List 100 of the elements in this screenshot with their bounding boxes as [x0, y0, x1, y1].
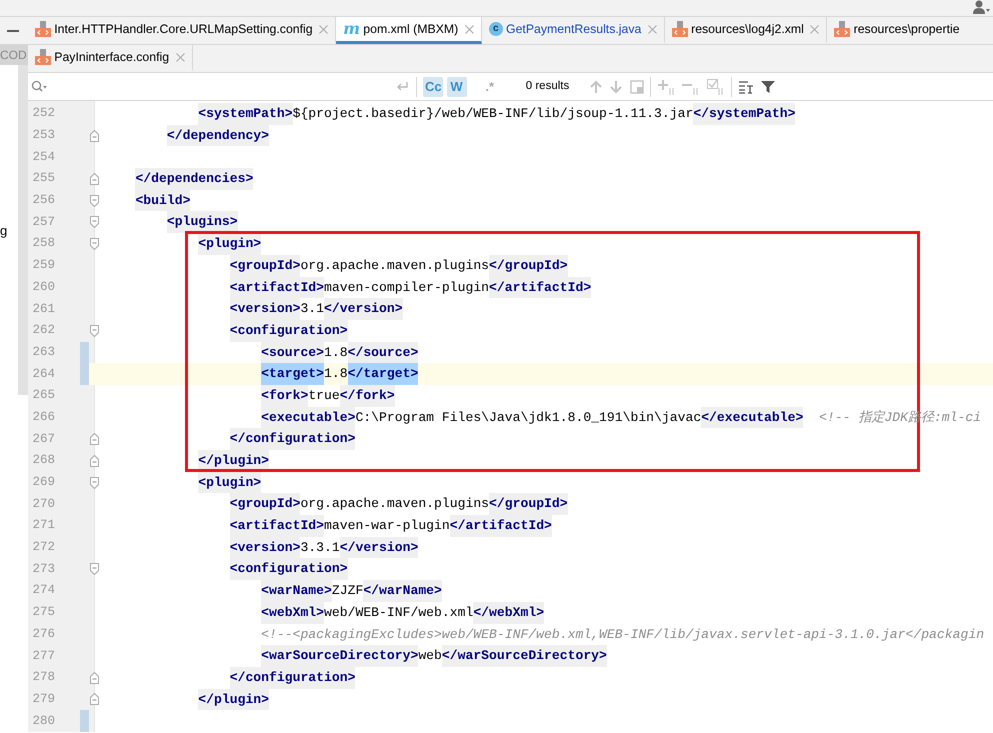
- close-icon[interactable]: [464, 24, 474, 34]
- line-number: 257: [31, 214, 56, 231]
- xml-tag: </warName>: [363, 580, 442, 602]
- editor-tab[interactable]: c GetPaymentResults.java: [482, 17, 665, 44]
- fold-end-icon[interactable]: [90, 693, 98, 706]
- line-number: 270: [31, 496, 56, 513]
- editor-tab[interactable]: Inter.HTTPHandler.Core.URLMapSetting.config: [28, 17, 336, 44]
- xml-tag: </artifactId>: [450, 515, 552, 537]
- xml-value: 3.3.1: [300, 540, 340, 555]
- return-icon[interactable]: [395, 80, 410, 92]
- xml-tag: </version>: [324, 298, 403, 320]
- add-cursor-icon[interactable]: [658, 78, 676, 94]
- xml-file-icon: [35, 49, 51, 65]
- fold-icon[interactable]: [90, 216, 98, 228]
- line-number: 266: [31, 408, 56, 426]
- xml-tag: <warName>: [261, 580, 332, 602]
- fold-icon[interactable]: [90, 476, 98, 489]
- fold-end-icon[interactable]: [90, 130, 98, 142]
- xml-tag: </dependencies>: [135, 168, 254, 190]
- xml-tag: <webXml>: [261, 602, 324, 624]
- line-number: 252: [31, 105, 56, 122]
- line-number: 273: [31, 560, 56, 578]
- xml-tag: <artifactId>: [230, 515, 324, 537]
- xml-value: true: [308, 388, 340, 403]
- xml-tag: </version>: [340, 536, 418, 558]
- up-arrow-icon[interactable]: [588, 80, 603, 94]
- select-all-icon[interactable]: [706, 78, 725, 94]
- fold-end-icon[interactable]: [90, 433, 98, 446]
- xml-value: ${project.basedir}/web/WEB-INF/lib/jsoup-1.11.3.jar: [292, 106, 694, 121]
- close-icon[interactable]: [176, 52, 185, 62]
- xml-tag: <plugins>: [166, 211, 238, 234]
- xml-value: 3.1: [300, 301, 324, 316]
- xml-tag: <executable>: [261, 406, 356, 428]
- fold-end-icon[interactable]: [90, 172, 98, 185]
- editor-tab[interactable]: resources\log4j2.xml: [664, 17, 828, 44]
- selected-xml-tag: <target>: [261, 363, 324, 385]
- class-icon: c: [488, 22, 503, 36]
- xml-tag: </fork>: [340, 384, 395, 407]
- xml-file-icon: [35, 21, 51, 37]
- change-marker[interactable]: [80, 363, 89, 385]
- down-arrow-icon[interactable]: [609, 80, 624, 94]
- fold-icon[interactable]: [90, 563, 98, 576]
- xml-tag: <groupId>: [230, 254, 300, 276]
- xml-value: web: [418, 648, 442, 664]
- line-number: 263: [31, 344, 56, 361]
- xml-tag: </source>: [348, 342, 418, 364]
- xml-value: web/WEB-INF/web.xml: [324, 604, 474, 620]
- line-number: 276: [31, 626, 56, 643]
- editor-tab[interactable]: resources\propertie: [827, 17, 960, 44]
- line-number: 255: [31, 170, 56, 188]
- fold-icon[interactable]: [90, 238, 98, 250]
- line-number: 258: [31, 235, 56, 252]
- xml-tag: </executable>: [701, 406, 804, 428]
- search-icon[interactable]: [31, 80, 48, 94]
- xml-file-icon: [672, 21, 688, 37]
- xml-tag: </artifactId>: [489, 276, 592, 298]
- line-number: 267: [31, 430, 56, 448]
- line-number: 265: [31, 387, 56, 404]
- xml-tag: <configuration>: [230, 320, 348, 342]
- xml-tag: <artifactId>: [230, 276, 324, 298]
- line-number: 275: [31, 604, 56, 622]
- fold-end-icon[interactable]: [90, 672, 98, 684]
- fold-end-icon[interactable]: [90, 454, 98, 467]
- line-number: 254: [31, 148, 56, 166]
- xml-tag: </systemPath>: [693, 103, 796, 125]
- close-icon[interactable]: [319, 24, 328, 34]
- xml-tag: <source>: [261, 342, 324, 364]
- line-number: 271: [31, 517, 56, 534]
- xml-tag: <fork>: [261, 384, 308, 407]
- close-icon[interactable]: [810, 24, 820, 34]
- line-number: 272: [31, 539, 56, 556]
- xml-tag: </configuration>: [230, 666, 356, 689]
- xml-tag: <systemPath>: [198, 103, 293, 125]
- line-number: 253: [31, 127, 56, 144]
- panel-text: g: [0, 222, 8, 240]
- xml-value: org.apache.maven.plugins: [300, 496, 490, 512]
- square-icon[interactable]: [630, 80, 644, 94]
- results-count: 0 results: [526, 78, 570, 94]
- change-marker[interactable]: [80, 710, 89, 732]
- xml-value: maven-compiler-plugin: [324, 280, 490, 294]
- line-number: 260: [31, 278, 56, 296]
- filter-icon[interactable]: [761, 80, 776, 94]
- change-marker[interactable]: [80, 342, 89, 364]
- fold-icon[interactable]: [90, 194, 98, 207]
- fold-icon[interactable]: [90, 324, 98, 337]
- xml-tag: </configuration>: [230, 428, 356, 450]
- line-number: 277: [31, 648, 56, 665]
- xml-value: 1.8: [324, 344, 348, 360]
- close-icon[interactable]: [648, 24, 657, 34]
- minimize-icon[interactable]: [6, 30, 18, 32]
- xml-value: org.apache.maven.plugins: [300, 258, 490, 273]
- xml-tag: <plugin>: [198, 472, 262, 494]
- xml-tag: <build>: [135, 190, 190, 212]
- line-number: 274: [31, 582, 56, 600]
- editor-tab[interactable]: m pom.xml (MBXM): [336, 17, 482, 44]
- user-icon[interactable]: [972, 0, 990, 14]
- xml-tag: </dependency>: [166, 124, 270, 146]
- line-number: 278: [31, 669, 56, 686]
- editor-tab[interactable]: PayIninterface.config: [28, 45, 193, 72]
- text-format-icon[interactable]: [738, 80, 755, 94]
